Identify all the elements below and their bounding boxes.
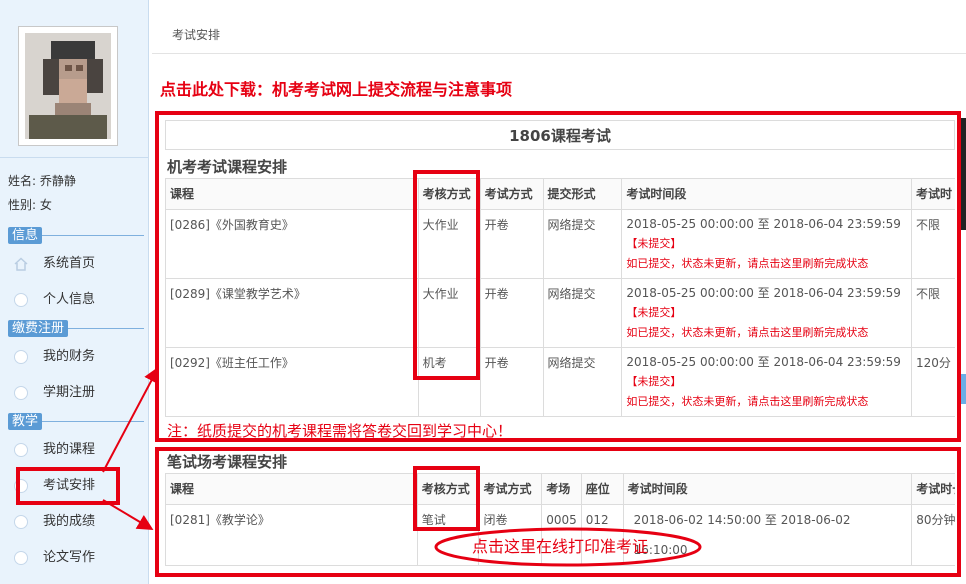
annotation-overlay bbox=[102, 366, 702, 567]
annotation-print-link-ellipse bbox=[434, 527, 702, 567]
arrow-to-written-panel bbox=[102, 499, 154, 531]
arrow-to-online-panel bbox=[102, 366, 159, 473]
